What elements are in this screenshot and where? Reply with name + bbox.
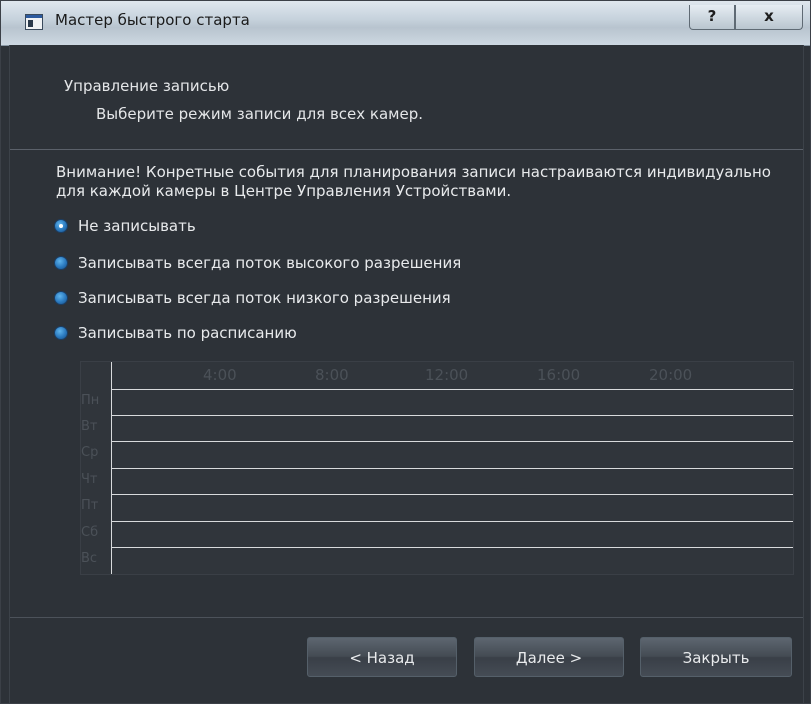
schedule-grid: 4:00 8:00 12:00 16:00 20:00 Пн Вт Ср Чт … [80, 361, 794, 575]
back-button[interactable]: < Назад [307, 637, 457, 677]
radio-button-icon[interactable] [54, 326, 68, 340]
grid-line [111, 494, 793, 495]
day-label: Пн [81, 393, 100, 408]
grid-line [111, 547, 793, 548]
hour-label: 20:00 [649, 366, 693, 384]
radio-label: Записывать всегда поток низкого разрешен… [78, 289, 451, 307]
radio-no-recording[interactable]: Не записывать [54, 215, 196, 237]
page-subtitle: Выберите режим записи для всех камер. [96, 105, 423, 123]
help-button[interactable]: ? [689, 5, 735, 30]
hour-label: 8:00 [315, 366, 349, 384]
quick-start-wizard-window: Мастер быстрого старта ? x Управление за… [0, 0, 811, 704]
grid-line [111, 521, 793, 522]
footer-divider [10, 617, 803, 618]
hour-label: 4:00 [203, 366, 237, 384]
page-title: Управление записью [64, 77, 230, 95]
day-label: Пт [81, 498, 99, 513]
radio-label: Не записывать [78, 217, 196, 235]
day-label: Вт [81, 419, 98, 434]
close-icon[interactable]: x [735, 5, 803, 30]
app-window-icon [25, 14, 43, 30]
next-button[interactable]: Далее > [474, 637, 624, 677]
radio-button-icon[interactable] [54, 256, 68, 270]
wizard-content: Управление записью Выберите режим записи… [9, 45, 804, 703]
day-label: Чт [81, 472, 98, 487]
radio-label: Записывать по расписанию [78, 324, 297, 342]
grid-line [111, 468, 793, 469]
grid-line [111, 389, 793, 390]
radio-button-icon[interactable] [54, 291, 68, 305]
day-label: Вс [81, 551, 98, 566]
notice-text: Внимание! Конретные события для планиров… [56, 163, 771, 200]
radio-record-low-res[interactable]: Записывать всегда поток низкого разрешен… [54, 287, 451, 309]
radio-record-high-res[interactable]: Записывать всегда поток высокого разреше… [54, 252, 461, 274]
grid-line [111, 441, 793, 442]
hour-label: 12:00 [425, 366, 469, 384]
day-label: Сб [81, 525, 99, 540]
day-label: Ср [81, 445, 99, 460]
radio-label: Записывать всегда поток высокого разреше… [78, 254, 462, 272]
radio-record-by-schedule[interactable]: Записывать по расписанию [54, 322, 297, 344]
radio-button-icon[interactable] [54, 219, 68, 233]
title-bar[interactable]: Мастер быстрого старта ? x [1, 1, 810, 46]
window-title: Мастер быстрого старта [55, 11, 250, 29]
hour-label: 16:00 [537, 366, 581, 384]
grid-line [111, 415, 793, 416]
close-button[interactable]: Закрыть [640, 637, 792, 677]
wizard-header: Управление записью Выберите режим записи… [10, 61, 803, 150]
